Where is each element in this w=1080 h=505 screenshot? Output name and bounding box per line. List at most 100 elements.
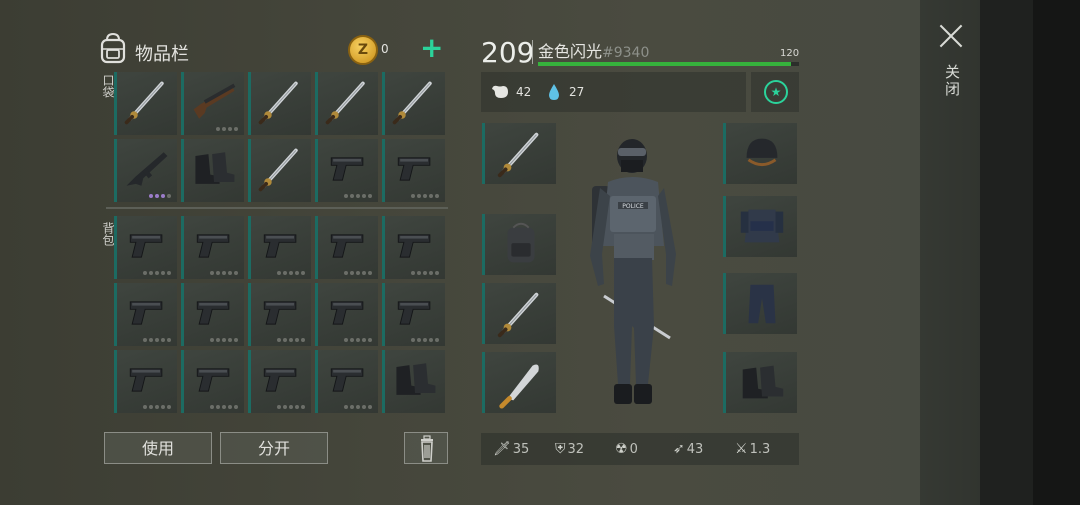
food-value: 42 (516, 85, 532, 99)
quality-dots (277, 405, 305, 409)
close-label[interactable]: 关闭 (941, 64, 961, 98)
backpack-slot[interactable] (315, 350, 378, 413)
backpack-slot[interactable] (181, 350, 244, 413)
backpack-slot[interactable] (114, 283, 177, 346)
stomach-icon (492, 85, 508, 98)
stat-defense: ⛨ 32 (555, 441, 584, 457)
backpack-slot[interactable] (382, 216, 445, 279)
pistol-icon (397, 301, 431, 325)
quality-dots (277, 271, 305, 275)
coin-icon: Z (348, 35, 378, 65)
pocket-slot[interactable] (248, 139, 311, 202)
trash-icon (421, 435, 433, 462)
pocket-slot[interactable] (181, 139, 244, 202)
equip-slot-legs[interactable] (723, 273, 797, 334)
stat-attack-speed-value: 1.3 (749, 442, 771, 457)
stat-attack-value: 35 (512, 442, 530, 457)
quality-dots (411, 271, 439, 275)
pocket-slot[interactable] (114, 72, 177, 135)
stat-attack-speed: ⚔ 1.3 (735, 441, 770, 457)
pistol-icon (330, 234, 364, 258)
add-coins-button[interactable]: + (420, 34, 443, 62)
pants-icon (748, 284, 776, 324)
quality-dots (143, 405, 171, 409)
run-icon: ➶ (673, 441, 685, 457)
katana-icon (392, 81, 432, 125)
player-id: #9340 (602, 45, 650, 61)
assault-rifle-icon (126, 152, 168, 186)
equip-slot-weapon-3[interactable] (482, 352, 556, 413)
quality-dots (411, 194, 439, 198)
katana-icon (325, 81, 365, 125)
star-icon: ★ (764, 80, 788, 104)
pistol-icon (330, 157, 364, 181)
quality-dots (210, 405, 238, 409)
attack-speed-icon: ⚔ (735, 441, 748, 457)
pocket-slot[interactable] (248, 72, 311, 135)
close-icon[interactable] (937, 22, 965, 50)
quality-dots (344, 405, 372, 409)
backpack-slot[interactable] (114, 350, 177, 413)
stats-bar: 🗡 35 ⛨ 32 ☢ 0 ➶ 43 ⚔ 1.3 (481, 433, 799, 465)
pistol-icon (129, 234, 163, 258)
split-button[interactable]: 分开 (220, 432, 328, 464)
quality-dots (143, 338, 171, 342)
katana-icon (124, 81, 164, 125)
equip-slot-backpack[interactable] (482, 214, 556, 275)
helmet-icon (746, 138, 778, 167)
pocket-slot[interactable] (382, 72, 445, 135)
pocket-slot[interactable] (382, 139, 445, 202)
quality-dots (143, 271, 171, 275)
boots-icon (195, 152, 235, 184)
equip-slot-weapon-2[interactable] (482, 283, 556, 344)
character-model: POLICE (590, 139, 676, 404)
quality-dots (277, 338, 305, 342)
equip-slot-head[interactable] (723, 123, 797, 184)
boots-icon (742, 365, 784, 399)
pocket-slot[interactable] (114, 139, 177, 202)
favorite-button[interactable]: ★ (751, 72, 799, 112)
quality-dots (210, 338, 238, 342)
backpack-icon (100, 32, 126, 64)
stat-radiation: ☢ 0 (615, 441, 638, 457)
right-edge-dark (1033, 0, 1080, 505)
radiation-icon: ☢ (615, 441, 628, 457)
quality-dots (210, 271, 238, 275)
equip-slot-weapon-1[interactable] (482, 123, 556, 184)
katana-icon (258, 81, 298, 125)
use-button[interactable]: 使用 (104, 432, 212, 464)
pocket-slot[interactable] (181, 72, 244, 135)
needs-panel: 42 27 (481, 72, 746, 112)
water-value: 27 (569, 85, 585, 99)
divider (532, 40, 533, 64)
backpack-slot[interactable] (181, 283, 244, 346)
equip-slot-body[interactable] (723, 196, 797, 257)
backpack-slot[interactable] (248, 283, 311, 346)
backpack-slot[interactable] (114, 216, 177, 279)
vest-text: POLICE (622, 203, 644, 210)
backpack-slot[interactable] (181, 216, 244, 279)
backpack-slot[interactable] (315, 216, 378, 279)
backpack-label: 背包 (101, 222, 115, 246)
quality-dots (411, 338, 439, 342)
shield-icon: ⛨ (555, 441, 566, 457)
trash-button[interactable] (404, 432, 448, 464)
inventory-title: 物品栏 (135, 44, 189, 65)
backpack-slot[interactable] (382, 283, 445, 346)
quality-dots (149, 194, 171, 198)
equip-slot-feet[interactable] (723, 352, 797, 413)
machete-icon (499, 364, 539, 409)
pistol-icon (196, 368, 230, 392)
backpack-slot[interactable] (248, 216, 311, 279)
backpack-slot[interactable] (248, 350, 311, 413)
pocket-label: 口袋 (101, 74, 115, 98)
pocket-slot[interactable] (315, 139, 378, 202)
backpack-slot[interactable] (382, 350, 445, 413)
pistol-icon (263, 368, 297, 392)
coin-count: 0 (381, 42, 389, 56)
backpack-slot[interactable] (315, 283, 378, 346)
pistol-icon (129, 368, 163, 392)
pocket-slot[interactable] (315, 72, 378, 135)
stat-defense-value: 32 (567, 442, 585, 457)
shotgun-icon (193, 83, 236, 119)
